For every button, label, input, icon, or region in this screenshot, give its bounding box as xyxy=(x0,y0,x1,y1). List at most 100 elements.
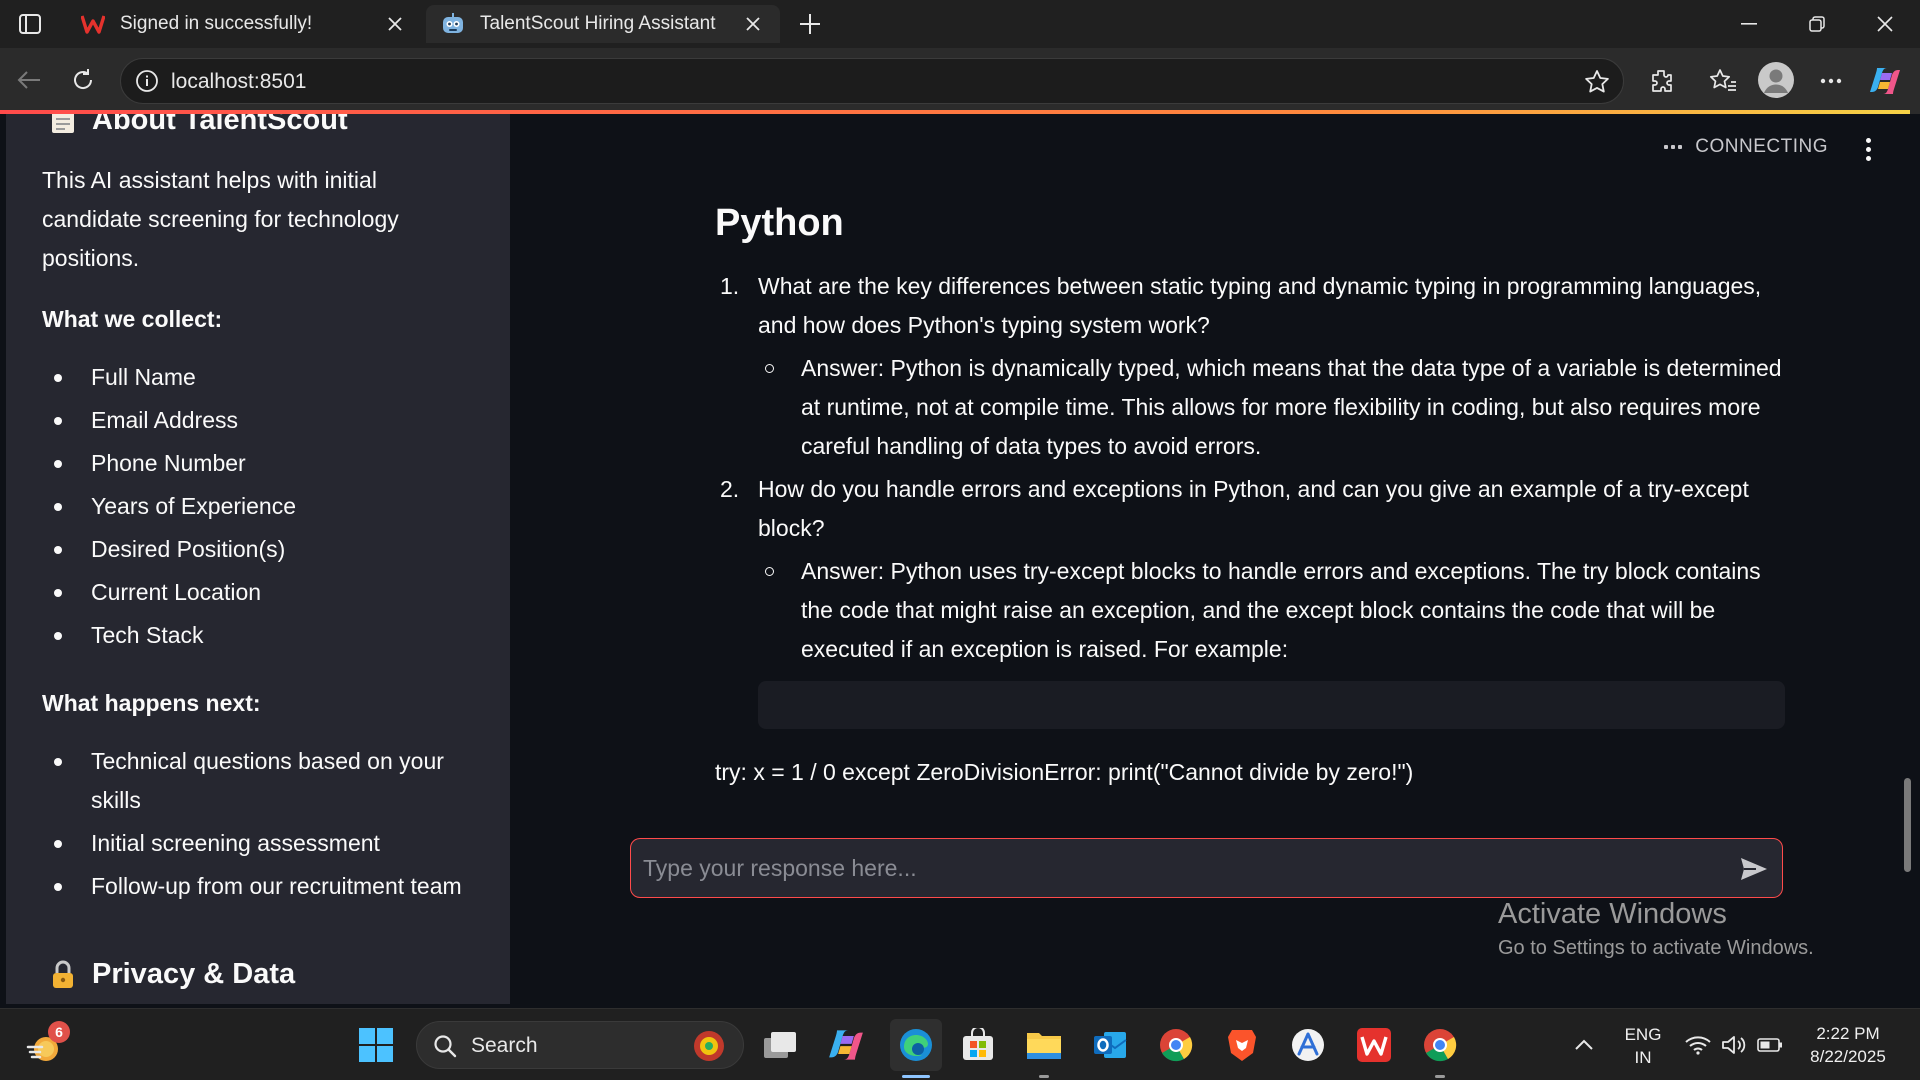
question-text: What are the key differences between sta… xyxy=(758,273,1762,338)
taskbar-search[interactable]: Search xyxy=(416,1021,744,1069)
watermark-title: Activate Windows xyxy=(1498,898,1727,930)
clock[interactable]: 2:22 PM 8/22/2025 xyxy=(1798,1022,1898,1068)
code-block xyxy=(758,681,1785,729)
restore-icon[interactable] xyxy=(1782,0,1852,48)
question-item: 1. What are the key differences between … xyxy=(715,267,1785,345)
about-heading: About TalentScout xyxy=(48,114,348,137)
search-label: Search xyxy=(471,1034,538,1057)
start-icon[interactable] xyxy=(354,1023,398,1067)
close-tab-icon[interactable] xyxy=(382,11,408,37)
chrome-profile-icon[interactable] xyxy=(1418,1023,1462,1067)
chrome-running-indicator xyxy=(1435,1075,1445,1078)
chat-input-box[interactable] xyxy=(630,838,1783,898)
status-dots-icon xyxy=(1664,145,1685,149)
section-title: Python xyxy=(715,202,844,244)
list-item: Full Name xyxy=(42,358,482,397)
tab-signed-in[interactable]: Signed in successfully! xyxy=(66,5,422,43)
list-item: Phone Number xyxy=(42,444,482,483)
new-tab-icon[interactable] xyxy=(794,9,826,39)
activate-windows-watermark: Activate Windows Go to Settings to activ… xyxy=(1498,898,1814,960)
tab-title: TalentScout Hiring Assistant xyxy=(480,13,716,34)
microsoft-store-icon[interactable] xyxy=(956,1023,1000,1067)
answer-item: Answer: Python uses try-except blocks to… xyxy=(715,552,1785,669)
question-item: 2. How do you handle errors and exceptio… xyxy=(715,470,1785,548)
wps-taskbar-icon[interactable] xyxy=(1352,1023,1396,1067)
wps-icon xyxy=(80,11,106,37)
search-icon xyxy=(433,1034,457,1058)
next-list: Technical questions based on your skills… xyxy=(42,742,482,906)
list-item: Current Location xyxy=(42,573,482,612)
copilot-icon[interactable] xyxy=(1868,64,1902,98)
scrollbar[interactable] xyxy=(1904,778,1911,872)
copilot-taskbar-icon[interactable] xyxy=(824,1023,868,1067)
extensions-icon[interactable] xyxy=(1644,64,1678,98)
explorer-running-indicator xyxy=(1039,1075,1049,1078)
privacy-heading: Privacy & Data xyxy=(48,958,295,991)
list-item: Follow-up from our recruitment team xyxy=(42,867,482,906)
memo-icon xyxy=(48,114,78,136)
url-text[interactable]: localhost:8501 xyxy=(171,70,306,94)
site-info-icon[interactable] xyxy=(135,69,159,93)
favorites-icon[interactable] xyxy=(1706,64,1740,98)
browser-tab-strip: Signed in successfully! TalentScout Hiri… xyxy=(0,0,1920,48)
task-view-icon[interactable] xyxy=(758,1023,802,1067)
edge-running-indicator xyxy=(902,1075,930,1078)
language-bottom: IN xyxy=(1634,1048,1652,1067)
close-tab-icon[interactable] xyxy=(740,11,766,37)
chat-content: Python 1. What are the key differences b… xyxy=(715,202,1785,792)
list-item: Technical questions based on your skills xyxy=(42,742,482,820)
close-window-icon[interactable] xyxy=(1850,0,1920,48)
language-top: ENG xyxy=(1624,1025,1662,1044)
list-item: Tech Stack xyxy=(42,616,482,655)
answer-item: Answer: Python is dynamically typed, whi… xyxy=(715,349,1785,466)
language-indicator[interactable]: ENG IN xyxy=(1618,1023,1668,1069)
tab-title: Signed in successfully! xyxy=(120,13,313,34)
brave-icon[interactable] xyxy=(1220,1023,1264,1067)
tab-talentscout[interactable]: TalentScout Hiring Assistant xyxy=(426,5,780,43)
question-text: How do you handle errors and exceptions … xyxy=(758,476,1749,541)
reload-icon[interactable] xyxy=(64,61,102,99)
search-highlight-icon xyxy=(691,1028,727,1064)
volume-icon[interactable] xyxy=(1716,1023,1752,1067)
code-text: try: x = 1 / 0 except ZeroDivisionError:… xyxy=(715,759,1414,785)
more-menu-icon[interactable] xyxy=(1814,64,1848,98)
next-heading: What happens next: xyxy=(42,690,261,716)
robot-icon xyxy=(440,11,466,37)
taskbar: 6 Search ENG IN 2:22 PM 8/22/2025 xyxy=(0,1008,1920,1080)
collect-heading: What we collect: xyxy=(42,306,223,332)
wifi-icon[interactable] xyxy=(1680,1023,1716,1067)
question-number: 2. xyxy=(720,476,740,502)
outlook-icon[interactable] xyxy=(1088,1023,1132,1067)
about-heading-text: About TalentScout xyxy=(92,114,348,136)
app-menu-icon[interactable] xyxy=(1856,134,1880,164)
chrome-icon[interactable] xyxy=(1154,1023,1198,1067)
collect-list: Full Name Email Address Phone Number Yea… xyxy=(42,358,482,655)
battery-icon[interactable] xyxy=(1752,1023,1788,1067)
profile-avatar-icon[interactable] xyxy=(1756,60,1796,100)
edge-icon[interactable] xyxy=(890,1019,942,1071)
back-icon[interactable] xyxy=(10,61,48,99)
list-item: Desired Position(s) xyxy=(42,530,482,569)
app-store-a-icon[interactable] xyxy=(1286,1023,1330,1067)
lock-icon xyxy=(48,960,78,990)
address-bar[interactable]: localhost:8501 xyxy=(120,58,1624,104)
chat-input[interactable] xyxy=(643,849,1723,887)
connection-status: CONNECTING xyxy=(1664,136,1828,158)
list-item: Years of Experience xyxy=(42,487,482,526)
privacy-heading-text: Privacy & Data xyxy=(92,958,296,990)
favorite-star-icon[interactable] xyxy=(1583,68,1611,96)
list-item: Initial screening assessment xyxy=(42,824,482,863)
about-text: This AI assistant helps with initial can… xyxy=(42,167,399,271)
clock-time: 2:22 PM xyxy=(1816,1024,1880,1043)
address-bar-row: localhost:8501 xyxy=(0,48,1920,114)
send-icon[interactable] xyxy=(1738,853,1770,885)
chevron-up-icon[interactable] xyxy=(1564,1023,1604,1067)
widgets-badge: 6 xyxy=(48,1021,70,1043)
question-number: 1. xyxy=(720,273,740,299)
tab-actions-icon[interactable] xyxy=(12,10,48,38)
streamlit-app: About TalentScout This AI assistant help… xyxy=(0,114,1920,1004)
file-explorer-icon[interactable] xyxy=(1022,1023,1066,1067)
minimize-icon[interactable] xyxy=(1714,0,1784,48)
status-text: CONNECTING xyxy=(1695,136,1828,157)
watermark-subtitle: Go to Settings to activate Windows. xyxy=(1498,937,1814,959)
